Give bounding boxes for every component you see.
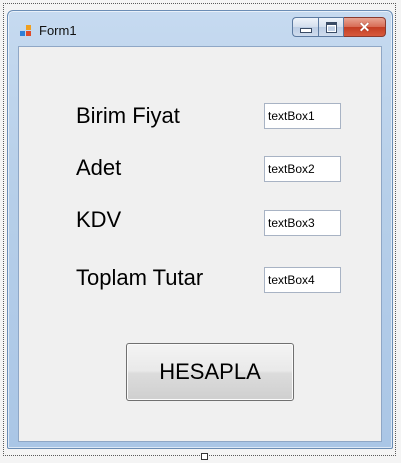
label-toplam-tutar: Toplam Tutar	[76, 265, 204, 290]
form-app-icon	[20, 25, 32, 36]
label-kdv: KDV	[76, 207, 122, 232]
textbox-adet[interactable]	[264, 156, 341, 182]
hesapla-button[interactable]: HESAPLA	[126, 343, 294, 401]
textbox-birim-fiyat[interactable]	[264, 103, 341, 129]
minimize-button[interactable]	[292, 17, 318, 37]
window-title: Form1	[39, 23, 77, 38]
minimize-icon	[299, 28, 312, 33]
caption-buttons: ✕	[292, 17, 386, 38]
close-icon: ✕	[358, 19, 371, 35]
textbox-kdv[interactable]	[264, 210, 341, 236]
label-birim-fiyat: Birim Fiyat	[76, 103, 180, 128]
resize-grip-handle[interactable]	[201, 453, 208, 460]
form-client-area: Birim Fiyat Adet KDV Toplam Tutar HESAPL…	[18, 46, 382, 442]
form-window: Form1 ✕ Birim Fiyat Adet KDV Toplam Tuta…	[7, 10, 393, 449]
title-bar[interactable]: Form1 ✕	[8, 11, 392, 46]
maximize-button[interactable]	[318, 17, 344, 37]
label-adet: Adet	[76, 155, 122, 180]
maximize-icon	[325, 21, 337, 33]
close-button[interactable]: ✕	[344, 17, 386, 37]
textbox-toplam-tutar[interactable]	[264, 267, 341, 293]
